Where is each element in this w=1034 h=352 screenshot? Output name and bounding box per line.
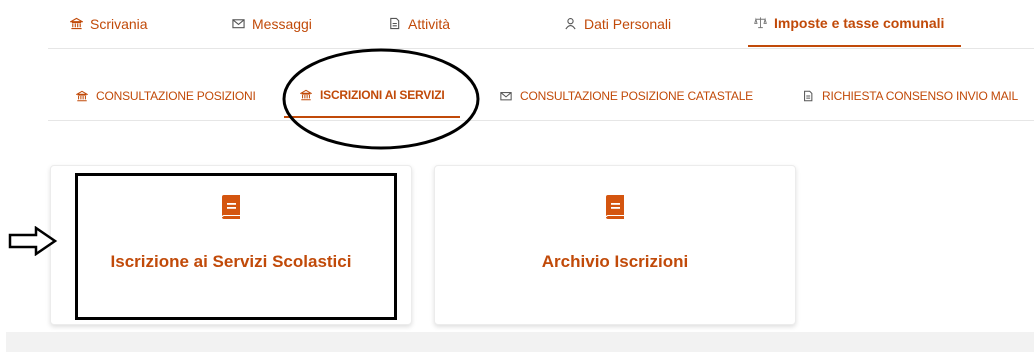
nav-item-label: Messaggi	[252, 15, 312, 32]
topnav-divider	[48, 48, 1034, 49]
service-card-iscrizione-scolastici[interactable]: Iscrizione ai Servizi Scolastici	[50, 165, 412, 325]
subtab-consultazione-catastale[interactable]: CONSULTAZIONE POSIZIONE CATASTALE	[500, 74, 753, 118]
document-icon	[390, 17, 400, 30]
nav-item-imposte[interactable]: Imposte e tasse comunali	[748, 0, 961, 47]
nav-item-scrivania[interactable]: Scrivania	[64, 0, 154, 47]
subtab-label: ISCRIZIONI AI SERVIZI	[320, 88, 445, 102]
nav-item-label: Dati Personali	[584, 15, 672, 32]
footer-band	[6, 332, 1034, 352]
bank-icon	[300, 89, 312, 101]
subtab-iscrizioni-ai-servizi[interactable]: ISCRIZIONI AI SERVIZI	[284, 74, 461, 118]
book-icon	[222, 195, 240, 219]
envelope-icon	[232, 19, 245, 29]
scales-icon	[754, 17, 767, 29]
user-icon	[565, 18, 576, 30]
nav-item-dati-personali[interactable]: Dati Personali	[558, 0, 677, 47]
subtab-consultazione-posizioni[interactable]: CONSULTAZIONE POSIZIONI	[76, 74, 256, 118]
subtab-label: RICHIESTA CONSENSO INVIO MAIL	[822, 89, 1019, 103]
nav-item-attivita[interactable]: Attività	[382, 0, 456, 47]
subtab-label: CONSULTAZIONE POSIZIONE CATASTALE	[520, 89, 753, 103]
envelope-icon	[500, 92, 512, 101]
book-icon	[606, 195, 624, 219]
nav-item-messaggi[interactable]: Messaggi	[226, 0, 318, 47]
right-arrow-icon	[8, 226, 58, 256]
nav-item-label: Imposte e tasse comunali	[774, 14, 945, 31]
card-title: Iscrizione ai Servizi Scolastici	[110, 252, 352, 271]
bank-icon	[70, 17, 83, 30]
document-icon	[804, 90, 813, 102]
service-card-archivio-iscrizioni[interactable]: Archivio Iscrizioni	[434, 165, 796, 325]
subtab-label: CONSULTAZIONE POSIZIONI	[96, 89, 256, 103]
bank-icon	[76, 90, 88, 102]
subtab-richiesta-consenso-mail[interactable]: RICHIESTA CONSENSO INVIO MAIL	[802, 74, 1018, 118]
nav-item-label: Scrivania	[90, 15, 148, 32]
card-title: Archivio Iscrizioni	[541, 252, 689, 271]
nav-item-label: Attività	[408, 15, 451, 32]
main-navigation: Scrivania Messaggi Attività Dati Persona…	[0, 0, 1034, 48]
subnav-divider	[48, 120, 1034, 121]
